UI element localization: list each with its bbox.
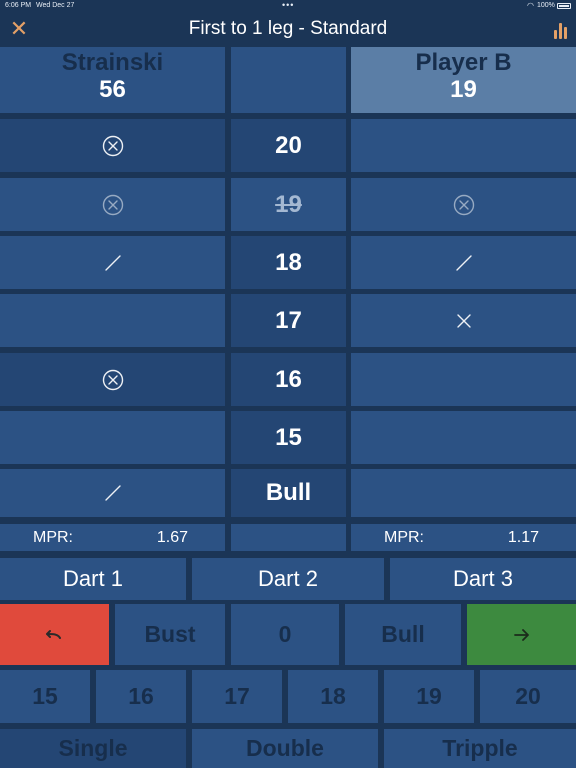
mark-cell-left — [0, 294, 225, 347]
battery-percent: 100% — [537, 2, 555, 9]
mark-cell-left — [0, 236, 225, 289]
mark-cell-right — [351, 119, 576, 172]
number-button-label: 15 — [32, 683, 58, 709]
target-number: 20 — [275, 131, 302, 159]
mpr-value: 1.67 — [156, 529, 188, 546]
slash-mark-icon — [104, 254, 121, 271]
mark-cell-left — [0, 411, 225, 464]
mpr-value: 1.17 — [507, 529, 539, 546]
multitasking-dots-icon[interactable]: ••• — [282, 0, 294, 10]
number-button-17[interactable]: 17 — [192, 670, 282, 723]
tripple-label: Tripple — [442, 735, 518, 761]
status-bar: 6:06 PM Wed Dec 27 ••• ◠ 100% — [0, 0, 576, 12]
mark-cell-right — [351, 353, 576, 406]
circled-x-mark-icon — [102, 369, 123, 390]
dart-label: Dart 3 — [453, 566, 513, 591]
bust-button[interactable]: Bust — [115, 604, 225, 665]
target-number-cell: 18 — [231, 236, 346, 289]
player-panel-left[interactable]: Strainski 56 — [0, 47, 225, 113]
slash-mark-icon — [455, 254, 472, 271]
header-spacer — [231, 47, 346, 113]
mark-cell-right — [351, 294, 576, 347]
player-panel-right-active[interactable]: Player B 19 — [351, 47, 576, 113]
mark-cell-left — [0, 178, 225, 231]
target-number: Bull — [265, 479, 312, 506]
circled-x-mark-icon — [102, 135, 123, 156]
target-number-cell: 17 — [231, 294, 346, 347]
number-button-16[interactable]: 16 — [96, 670, 186, 723]
page-title: First to 1 leg - Standard — [188, 18, 388, 39]
bust-label: Bust — [144, 621, 196, 647]
target-number-cell: 20 — [231, 119, 346, 172]
number-button-label: 20 — [515, 683, 541, 709]
wifi-icon: ◠ — [527, 1, 534, 10]
number-button-20[interactable]: 20 — [480, 670, 576, 723]
number-button-15[interactable]: 15 — [0, 670, 90, 723]
target-number-cell: Bull — [231, 469, 346, 517]
mark-cell-right — [351, 236, 576, 289]
target-number: 19 — [275, 190, 302, 218]
tripple-button[interactable]: Tripple — [384, 729, 576, 768]
target-number-cell: 15 — [231, 411, 346, 464]
number-button-label: 18 — [320, 683, 346, 709]
zero-label: 0 — [278, 621, 292, 647]
target-number: 15 — [275, 423, 302, 451]
number-button-label: 19 — [416, 683, 442, 709]
bull-button[interactable]: Bull — [345, 604, 461, 665]
dart-slot-2[interactable]: Dart 2 — [192, 558, 384, 600]
dart-label: Dart 1 — [63, 566, 123, 591]
player-score: 19 — [450, 76, 477, 103]
number-button-18[interactable]: 18 — [288, 670, 378, 723]
nav-bar: ✕ First to 1 leg - Standard — [0, 12, 576, 46]
mpr-left: MPR: 1.67 — [0, 524, 225, 551]
target-number: 17 — [275, 306, 302, 334]
mark-cell-right — [351, 411, 576, 464]
target-number: 16 — [275, 365, 302, 393]
x-mark-icon — [456, 313, 471, 328]
player-name: Strainski — [61, 49, 164, 76]
mark-cell-left — [0, 469, 225, 517]
target-number: 18 — [275, 248, 302, 276]
undo-button[interactable] — [0, 604, 109, 665]
dart-slot-1[interactable]: Dart 1 — [0, 558, 186, 600]
status-date: Wed Dec 27 — [36, 2, 75, 9]
zero-button[interactable]: 0 — [231, 604, 339, 665]
mark-cell-right — [351, 178, 576, 231]
bar-chart-icon[interactable] — [552, 19, 570, 39]
single-button[interactable]: Single — [0, 729, 186, 768]
mark-cell-right — [351, 469, 576, 517]
number-button-label: 17 — [224, 683, 250, 709]
slash-mark-icon — [104, 485, 121, 501]
mark-cell-left — [0, 119, 225, 172]
mpr-spacer — [231, 524, 346, 551]
bull-label: Bull — [381, 621, 425, 647]
mpr-label: MPR: — [384, 529, 424, 546]
battery-icon — [557, 3, 571, 9]
double-button[interactable]: Double — [192, 729, 378, 768]
double-label: Double — [246, 735, 324, 761]
single-label: Single — [58, 735, 128, 761]
next-button[interactable] — [467, 604, 576, 665]
number-button-label: 16 — [128, 683, 154, 709]
number-button-19[interactable]: 19 — [384, 670, 474, 723]
arrow-right-icon — [513, 628, 529, 641]
mpr-label: MPR: — [33, 529, 73, 546]
status-time: 6:06 PM — [5, 2, 32, 9]
mpr-right: MPR: 1.17 — [351, 524, 576, 551]
target-number-cell: 19 — [231, 178, 346, 231]
mark-cell-left — [0, 353, 225, 406]
dart-slot-3[interactable]: Dart 3 — [390, 558, 576, 600]
target-number-cell: 16 — [231, 353, 346, 406]
circled-x-mark-icon — [102, 194, 123, 215]
circled-x-mark-icon — [453, 194, 474, 215]
player-score: 56 — [99, 76, 126, 103]
dart-label: Dart 2 — [258, 566, 318, 591]
undo-icon — [45, 629, 61, 639]
player-name: Player B — [415, 49, 512, 76]
